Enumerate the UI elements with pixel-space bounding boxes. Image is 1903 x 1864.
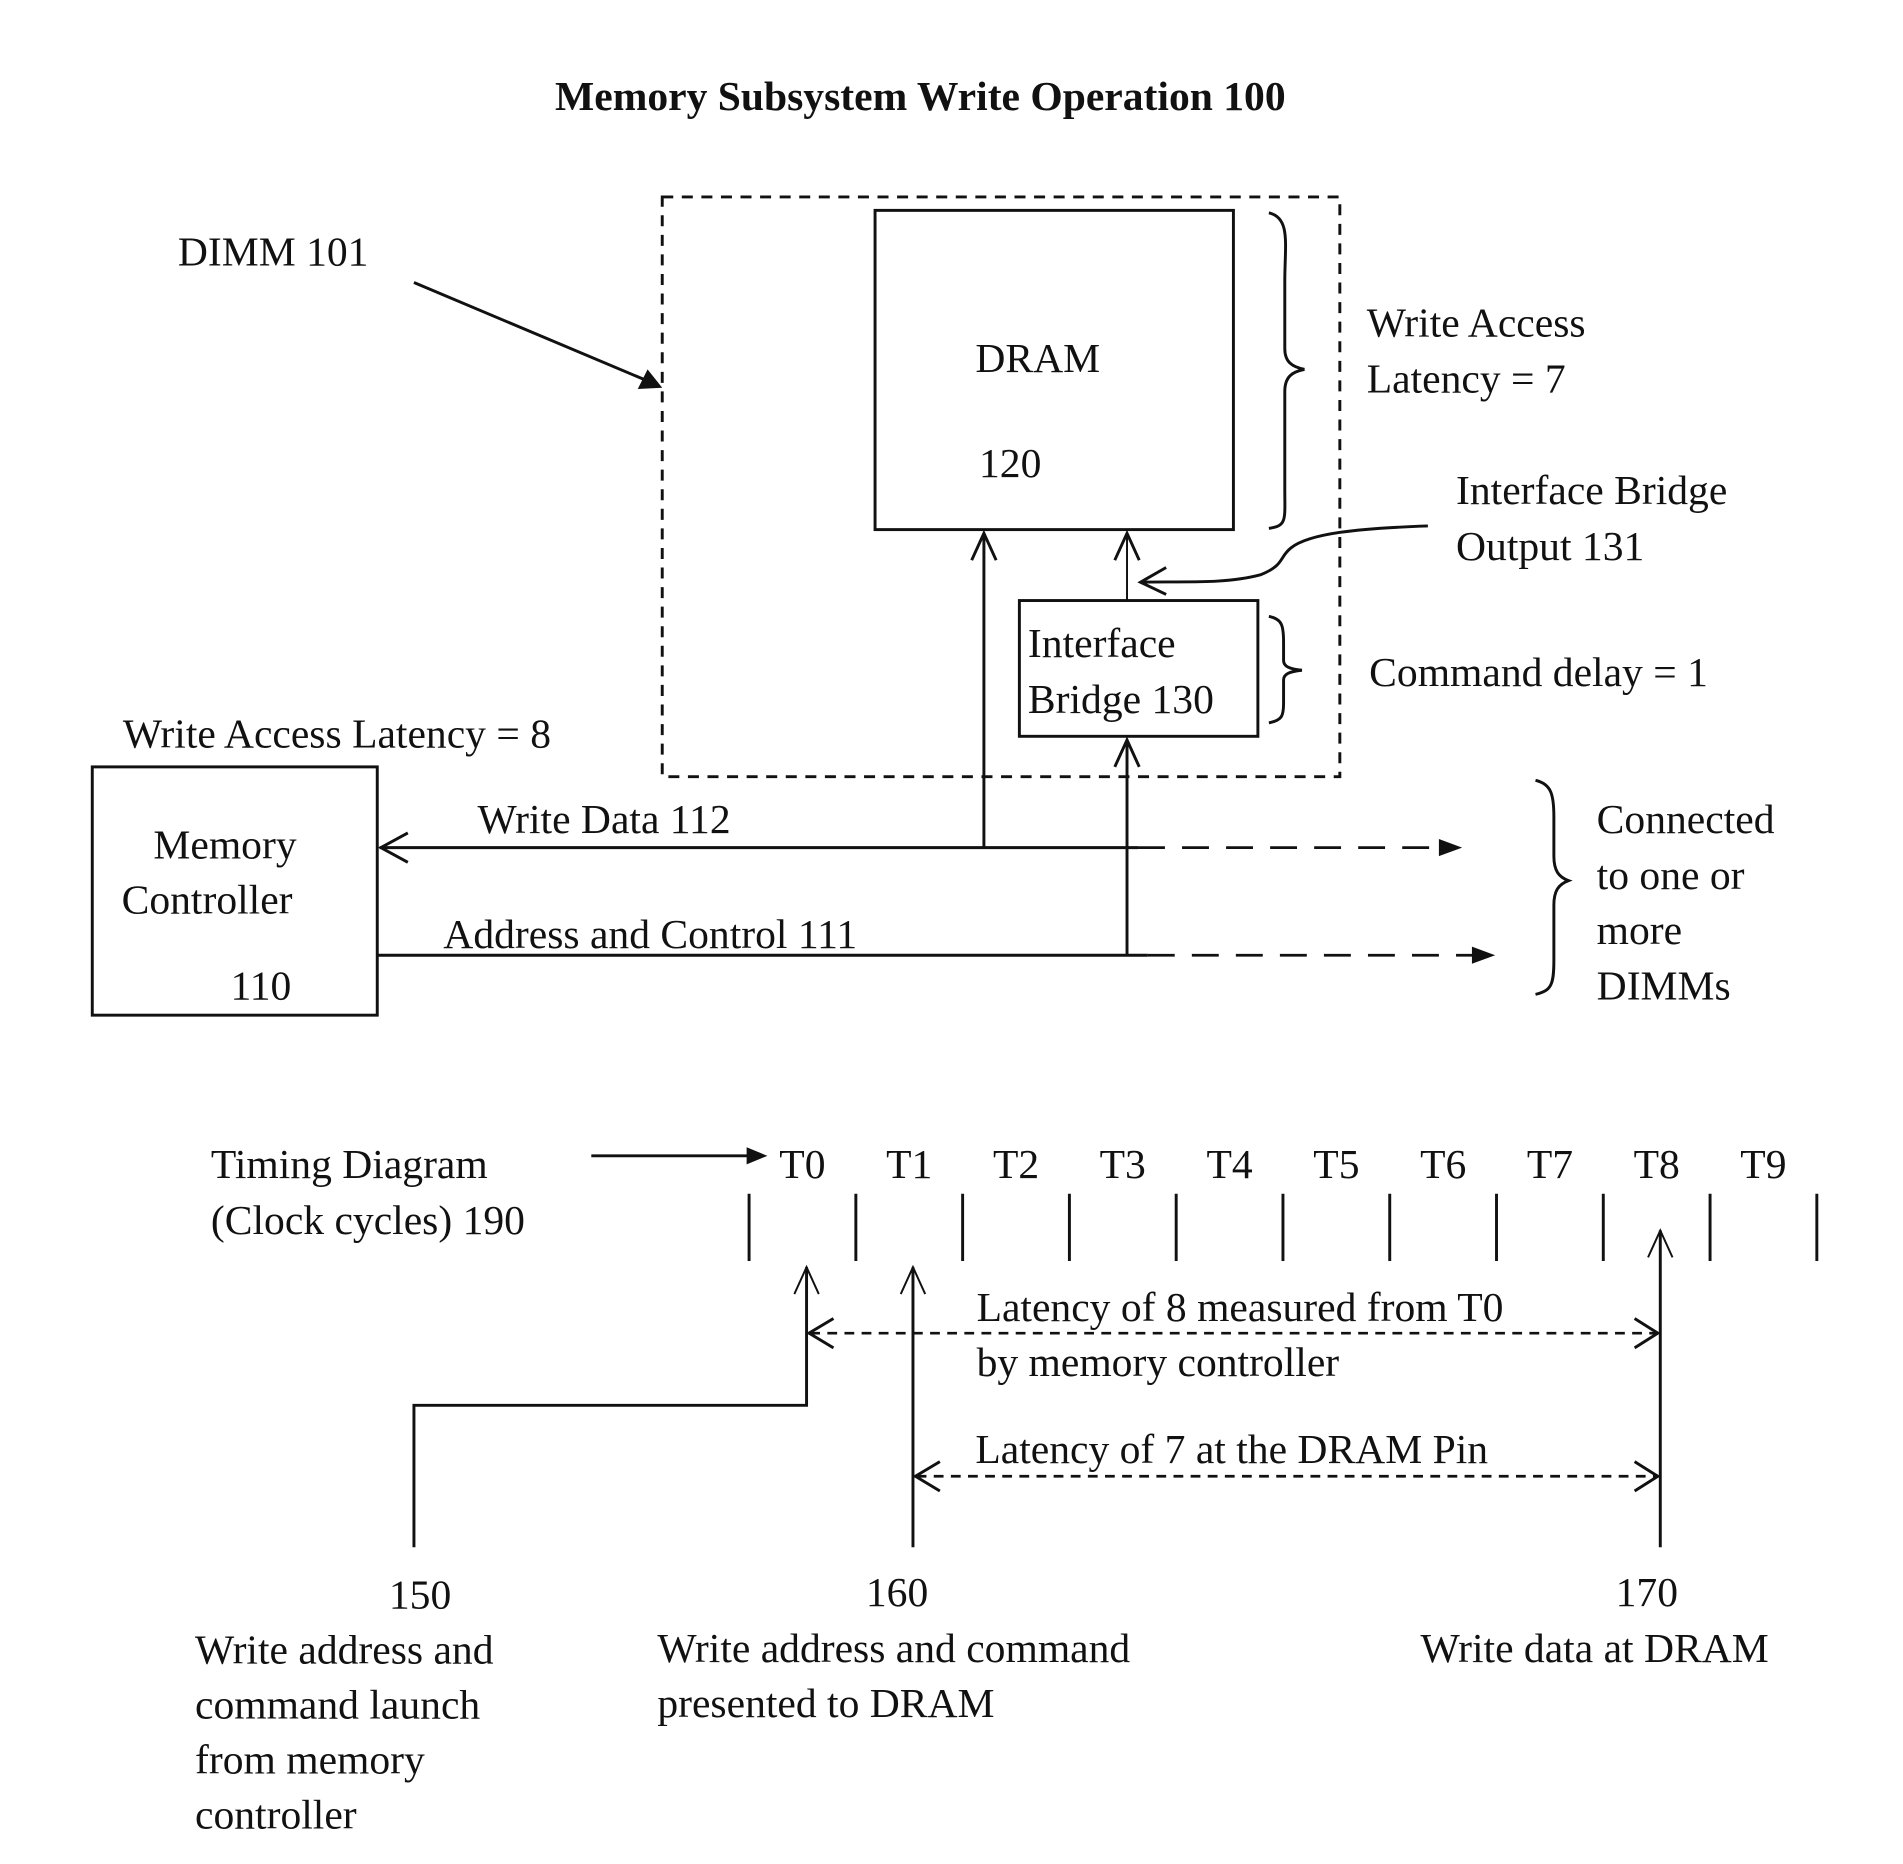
controller-ref: 110 bbox=[230, 962, 291, 1008]
cycle-label-t9: T9 bbox=[1740, 1141, 1786, 1187]
event-150-desc-line2: command launch bbox=[195, 1681, 480, 1727]
cycle-label-t6: T6 bbox=[1420, 1141, 1466, 1187]
event-150-line bbox=[412, 1267, 809, 1548]
dimm-pointer-line bbox=[413, 281, 647, 382]
cycle-label-t5: T5 bbox=[1313, 1141, 1359, 1187]
dram-latency-brace bbox=[1268, 211, 1305, 530]
timing-label-arrowhead-icon bbox=[746, 1147, 768, 1165]
event-160-desc-line1: Write address and command bbox=[657, 1625, 1130, 1671]
event-170-desc-line1: Write data at DRAM bbox=[1421, 1625, 1769, 1671]
cycle-label-t7: T7 bbox=[1527, 1141, 1573, 1187]
connected-line3: more bbox=[1597, 907, 1682, 953]
event-160-desc-line2: presented to DRAM bbox=[657, 1680, 994, 1726]
controller-latency-label: Write Access Latency = 8 bbox=[123, 710, 551, 756]
cycle-labels: T0 T1 T2 T3 T4 T5 T6 T7 T8 T9 bbox=[779, 1141, 1786, 1187]
event-150-desc-line4: controller bbox=[195, 1792, 357, 1838]
interface-bridge-line2: Bridge 130 bbox=[1028, 676, 1214, 722]
bridge-output-callout-line bbox=[1140, 524, 1428, 584]
bridge-output-line1: Interface Bridge bbox=[1456, 467, 1727, 513]
address-control-extension-arrowhead-icon bbox=[1471, 946, 1496, 964]
connected-dimms-brace bbox=[1535, 778, 1573, 996]
write-data-bus-label: Write Data 112 bbox=[478, 796, 731, 842]
event-150-ref: 150 bbox=[389, 1571, 451, 1617]
event-150-desc-line3: from memory bbox=[195, 1736, 425, 1782]
dram-latency-line2: Latency = 7 bbox=[1367, 356, 1566, 402]
cycle-label-t0: T0 bbox=[779, 1141, 825, 1187]
address-control-bus-label: Address and Control 111 bbox=[443, 911, 857, 957]
connected-line1: Connected bbox=[1597, 796, 1775, 842]
latency-8-line2: by memory controller bbox=[977, 1339, 1340, 1385]
timing-label-line1: Timing Diagram bbox=[211, 1141, 488, 1187]
timing-label-line2: (Clock cycles) 190 bbox=[211, 1197, 525, 1244]
latency-8-line1: Latency of 8 measured from T0 bbox=[977, 1284, 1504, 1330]
event-160-ref: 160 bbox=[866, 1569, 928, 1615]
diagram-title: Memory Subsystem Write Operation 100 bbox=[555, 73, 1286, 119]
cycle-ticks bbox=[747, 1193, 1819, 1262]
connected-line4: DIMMs bbox=[1597, 962, 1731, 1008]
cycle-label-t4: T4 bbox=[1207, 1141, 1253, 1187]
interface-bridge-line1: Interface bbox=[1028, 620, 1176, 666]
command-delay-brace bbox=[1268, 614, 1303, 725]
connected-line2: to one or bbox=[1597, 852, 1745, 898]
dram-latency-line1: Write Access bbox=[1367, 299, 1586, 345]
cycle-label-t8: T8 bbox=[1634, 1141, 1680, 1187]
latency-7-label: Latency of 7 at the DRAM Pin bbox=[975, 1426, 1488, 1472]
dimm-label: DIMM 101 bbox=[178, 228, 369, 274]
event-170-ref: 170 bbox=[1616, 1569, 1678, 1615]
bridge-output-line2: Output 131 bbox=[1456, 523, 1644, 569]
controller-line2: Controller bbox=[122, 877, 293, 923]
dram-name: DRAM bbox=[975, 335, 1100, 381]
event-150-desc-line1: Write address and bbox=[195, 1626, 494, 1672]
cycle-label-t3: T3 bbox=[1100, 1141, 1146, 1187]
memory-write-diagram: Memory Subsystem Write Operation 100 DIM… bbox=[90, 73, 1819, 1838]
write-data-extension-arrowhead-icon bbox=[1438, 839, 1463, 857]
cycle-label-t2: T2 bbox=[993, 1141, 1039, 1187]
controller-line1: Memory bbox=[153, 822, 296, 868]
dram-ref: 120 bbox=[979, 440, 1041, 486]
cycle-label-t1: T1 bbox=[886, 1141, 932, 1187]
command-delay-label: Command delay = 1 bbox=[1369, 649, 1708, 695]
